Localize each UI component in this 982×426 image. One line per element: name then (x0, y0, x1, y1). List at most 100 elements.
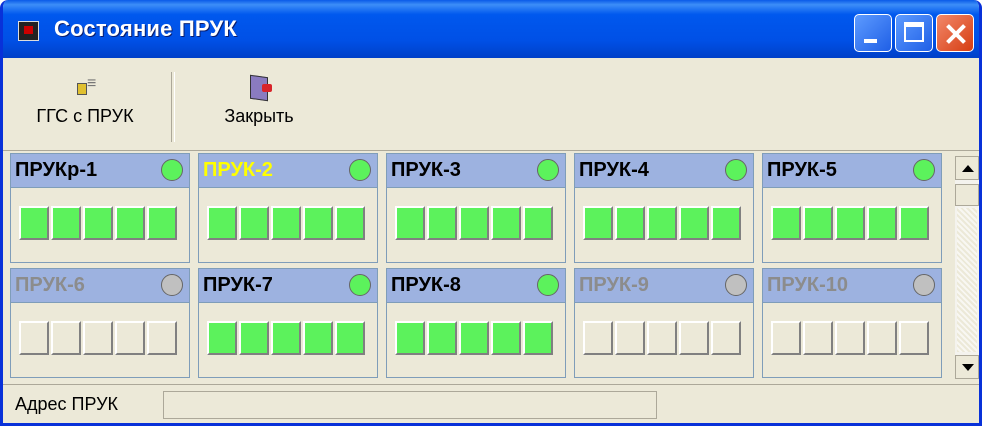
status-led-icon (913, 159, 935, 181)
channel-indicator (83, 321, 113, 355)
channel-indicator (803, 206, 833, 240)
maximize-button[interactable] (895, 14, 933, 52)
channel-indicator (239, 206, 269, 240)
pruk-panel-header: ПРУК-10 (763, 269, 941, 303)
status-led-icon (161, 274, 183, 296)
pruk-panel[interactable]: ПРУК-9 (574, 268, 754, 378)
status-led-icon (349, 274, 371, 296)
channel-indicator (867, 206, 897, 240)
pruk-panel[interactable]: ПРУКр-1 (10, 153, 190, 263)
channel-indicators (395, 321, 555, 355)
channel-indicator (115, 321, 145, 355)
channel-indicator (491, 321, 521, 355)
pruk-panel[interactable]: ПРУК-6 (10, 268, 190, 378)
status-led-icon (725, 159, 747, 181)
title-bar[interactable]: Состояние ПРУК (3, 0, 979, 58)
pruk-panel-header: ПРУКр-1 (11, 154, 189, 188)
channel-indicator (427, 321, 457, 355)
pruk-panel-header: ПРУК-4 (575, 154, 753, 188)
scroll-down-button[interactable] (955, 355, 979, 379)
pruk-panel[interactable]: ПРУК-8 (386, 268, 566, 378)
channel-indicator (803, 321, 833, 355)
channel-indicator (523, 206, 553, 240)
pruk-name: ПРУК-7 (203, 274, 273, 296)
close-label: Закрыть (224, 106, 294, 126)
channel-indicator (835, 321, 865, 355)
pruk-name: ПРУКр-1 (15, 159, 98, 181)
channel-indicator (395, 206, 425, 240)
channel-indicator (83, 206, 113, 240)
channel-indicators (583, 206, 743, 240)
channel-indicators (19, 321, 179, 355)
channel-indicator (679, 321, 709, 355)
scroll-thumb[interactable] (955, 184, 979, 206)
channel-indicator (19, 206, 49, 240)
pruk-panel[interactable]: ПРУК-5 (762, 153, 942, 263)
pruk-grid: ПРУКр-1 ПРУК-2 ПРУК-3 ПРУК-4 ПРУК-5 ПРУК-6 ПРУ… (10, 153, 952, 378)
toolbar: ГГС с ПРУК Закрыть (3, 58, 979, 151)
scroll-track[interactable] (957, 208, 977, 352)
channel-indicators (583, 321, 743, 355)
channel-indicator (899, 206, 929, 240)
channel-indicator (115, 206, 145, 240)
channel-indicator (835, 206, 865, 240)
status-led-icon (161, 159, 183, 181)
pruk-panel[interactable]: ПРУК-10 (762, 268, 942, 378)
channel-indicator (711, 206, 741, 240)
channel-indicator (615, 321, 645, 355)
channel-indicator (239, 321, 269, 355)
pruk-panel-header: ПРУК-9 (575, 269, 753, 303)
toolbar-separator (171, 72, 175, 142)
ggs-label: ГГС с ПРУК (36, 106, 134, 126)
channel-indicator (771, 206, 801, 240)
channel-indicator (335, 206, 365, 240)
channel-indicator (459, 321, 489, 355)
window: Состояние ПРУК ГГС с ПРУК Закрыть ПРУКр-… (0, 0, 982, 426)
pruk-panel[interactable]: ПРУК-4 (574, 153, 754, 263)
channel-indicator (679, 206, 709, 240)
pruk-panel[interactable]: ПРУК-2 (198, 153, 378, 263)
channel-indicator (459, 206, 489, 240)
channel-indicator (583, 321, 613, 355)
pruk-panel[interactable]: ПРУК-3 (386, 153, 566, 263)
close-button[interactable]: Закрыть (199, 76, 319, 127)
channel-indicator (899, 321, 929, 355)
channel-indicator (711, 321, 741, 355)
window-title: Состояние ПРУК (54, 16, 238, 41)
pruk-name: ПРУК-5 (767, 159, 837, 181)
close-window-button[interactable] (936, 14, 974, 52)
channel-indicators (19, 206, 179, 240)
pruk-panel-header: ПРУК-5 (763, 154, 941, 188)
channel-indicator (395, 321, 425, 355)
channel-indicator (647, 321, 677, 355)
address-field (163, 391, 657, 419)
pruk-panel-header: ПРУК-6 (11, 269, 189, 303)
channel-indicator (271, 321, 301, 355)
channel-indicators (207, 321, 367, 355)
channel-indicator (303, 321, 333, 355)
channel-indicator (303, 206, 333, 240)
channel-indicator (335, 321, 365, 355)
minimize-button[interactable] (854, 14, 892, 52)
app-icon[interactable] (18, 21, 39, 41)
status-label: Адрес ПРУК (15, 394, 118, 414)
status-bar: Адрес ПРУК (3, 384, 979, 423)
status-led-icon (913, 274, 935, 296)
channel-indicators (771, 321, 931, 355)
pruk-name: ПРУК-3 (391, 159, 461, 181)
scroll-up-button[interactable] (955, 156, 979, 180)
channel-indicators (207, 206, 367, 240)
pruk-panel[interactable]: ПРУК-7 (198, 268, 378, 378)
pruk-panel-header: ПРУК-8 (387, 269, 565, 303)
vertical-scrollbar[interactable] (955, 156, 979, 379)
ggs-button[interactable]: ГГС с ПРУК (15, 75, 155, 127)
channel-indicators (395, 206, 555, 240)
status-led-icon (537, 274, 559, 296)
channel-indicator (207, 206, 237, 240)
channel-indicator (583, 206, 613, 240)
channel-indicator (523, 321, 553, 355)
channel-indicator (427, 206, 457, 240)
channel-indicator (771, 321, 801, 355)
channel-indicator (647, 206, 677, 240)
channel-indicator (867, 321, 897, 355)
